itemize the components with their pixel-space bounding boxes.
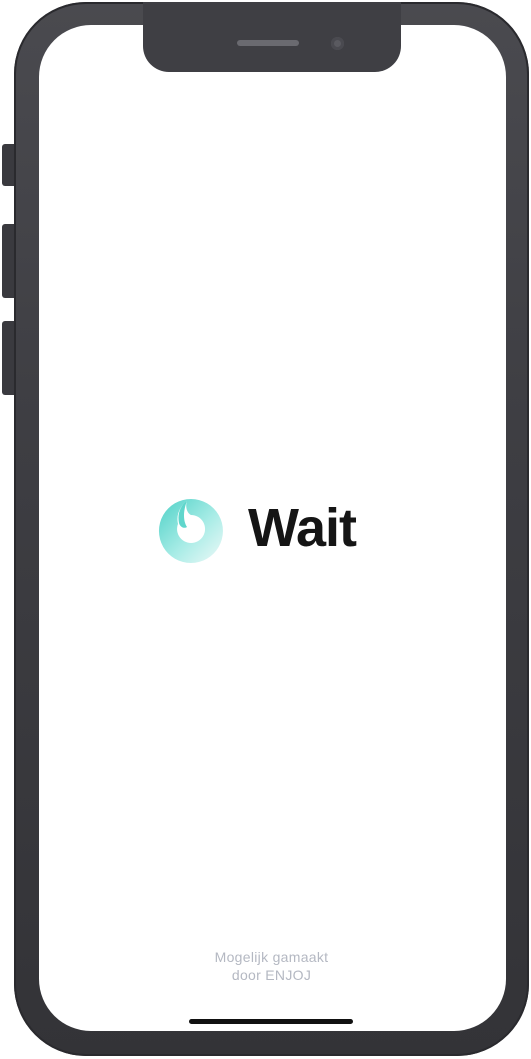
credit-text: Mogelijk gamaakt door ENJOJ — [150, 948, 393, 984]
home-indicator[interactable] — [189, 1019, 353, 1024]
splash-screen-mockup: Wait Mogelijk gamaakt door ENJOJ — [0, 0, 531, 1059]
ring-drop-logo-icon — [158, 499, 223, 563]
credit-line-1: Mogelijk gamaakt — [214, 949, 329, 965]
phone-notch — [143, 2, 401, 72]
credit-line-2: door ENJOJ — [231, 967, 312, 983]
app-name: Wait — [248, 498, 357, 558]
speaker-grille — [237, 40, 299, 46]
front-camera — [331, 37, 344, 50]
